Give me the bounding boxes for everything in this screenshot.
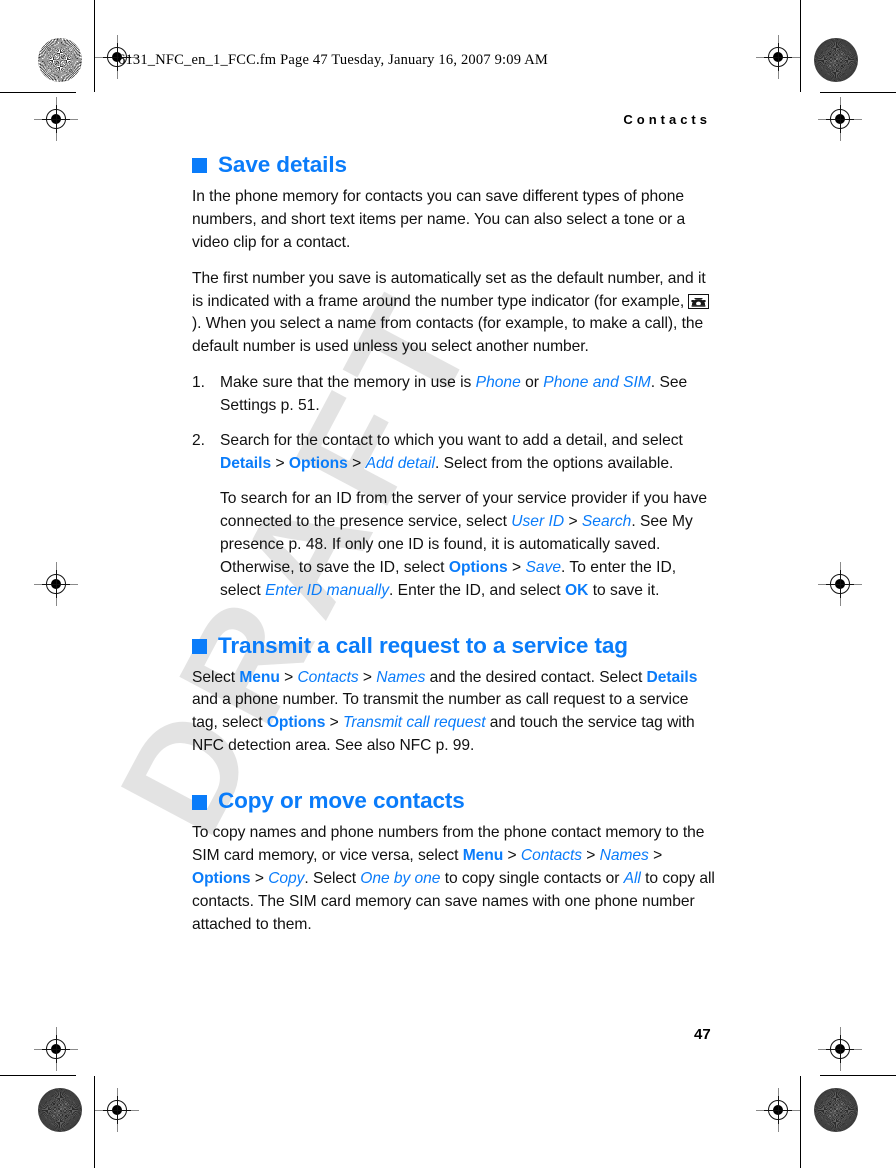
sub-text-5: to save it. <box>588 581 660 599</box>
blue-square-bullet-icon <box>192 639 207 655</box>
paragraph-default-number: The first number you save is automatical… <box>192 268 718 360</box>
cmc-value-copy: Copy <box>268 869 305 887</box>
sub-command-ok: OK <box>564 581 589 599</box>
step-2-text-2: . Select from the options available. <box>434 455 674 473</box>
tcr-command-details: Details <box>646 668 698 686</box>
tcr-value-names: Names <box>376 668 426 686</box>
step-2-command-details: Details <box>220 455 272 473</box>
sub-separator-1: > <box>564 512 582 530</box>
step-2-text-1: Search for the contact to which you want… <box>220 432 683 450</box>
section-heading-label: Save details <box>218 152 347 177</box>
step-2-separator-1: > <box>271 455 289 473</box>
blue-square-bullet-icon <box>192 794 207 810</box>
tcr-separator-1: > <box>279 668 298 686</box>
paragraph-copy-or-move-contacts: To copy names and phone numbers from the… <box>192 822 718 937</box>
step-2-command-options: Options <box>288 455 348 473</box>
sub-value-user-id: User ID <box>511 512 565 530</box>
section-heading-label: Copy or move contacts <box>218 788 465 814</box>
step-2-separator-2: > <box>347 455 366 473</box>
step-1-text-1: Make sure that the memory in use is <box>220 374 476 392</box>
step-item-1: 1. Make sure that the memory in use is Ph… <box>192 372 718 418</box>
step-2-value-add-detail: Add detail <box>365 455 435 473</box>
sub-separator-2: > <box>507 558 526 576</box>
tcr-value-transmit-call-request: Transmit call request <box>343 714 486 732</box>
step-1-text-2: or <box>520 374 544 392</box>
blue-square-bullet-icon <box>192 158 207 174</box>
section-heading-label: Transmit a call request to a service tag <box>218 632 628 658</box>
cmc-separator-1: > <box>503 846 521 864</box>
step-number-1: 1. <box>192 374 206 392</box>
sub-value-enter-id-manually: Enter ID manually <box>265 581 390 599</box>
tcr-separator-2: > <box>358 668 377 686</box>
step-1-value-phone: Phone <box>475 374 521 392</box>
sub-value-save: Save <box>525 558 562 576</box>
tcr-text-1: Select <box>192 668 240 686</box>
paragraph-save-details-intro: In the phone memory for contacts you can… <box>192 187 686 251</box>
step-number-2: 2. <box>192 432 206 450</box>
step-item-2: 2. Search for the contact to which you wa… <box>192 430 718 602</box>
paragraph-transmit-call-request: Select Menu > Contacts > Names and the d… <box>192 667 718 759</box>
tcr-text-2: and the desired contact. Select <box>425 668 647 686</box>
step-1-value-phone-and-sim: Phone and SIM <box>543 374 651 392</box>
page-sheet: 6131_NFC_en_1_FCC.fm Page 47 Tuesday, Ja… <box>0 0 896 1168</box>
cmc-value-all: All <box>623 869 641 887</box>
section-heading-transmit-call-request: Transmit a call request to a service tag <box>192 633 718 659</box>
section-heading-save-details: Save details <box>192 152 718 178</box>
tcr-separator-3: > <box>325 714 343 732</box>
section-heading-copy-or-move-contacts: Copy or move contacts <box>192 788 718 814</box>
source-file-header: 6131_NFC_en_1_FCC.fm Page 47 Tuesday, Ja… <box>118 52 548 68</box>
numbered-step-list: 1. Make sure that the memory in use is Ph… <box>192 372 718 602</box>
paragraph-text-part2: ). When you select a name from contacts … <box>192 315 704 356</box>
running-head-chapter: Contacts <box>623 112 711 127</box>
cmc-value-names: Names <box>599 846 649 864</box>
cmc-separator-4: > <box>250 869 269 887</box>
cmc-command-options: Options <box>192 869 251 887</box>
cmc-separator-2: > <box>582 846 600 864</box>
telephone-icon <box>688 293 710 309</box>
step-2-sub-paragraph: To search for an ID from the server of y… <box>220 488 718 603</box>
page-content: Save details In the phone memory for con… <box>192 152 718 937</box>
sub-command-options: Options <box>448 558 508 576</box>
cmc-text-2: . Select <box>304 869 361 887</box>
tcr-value-contacts: Contacts <box>297 668 359 686</box>
cmc-value-contacts: Contacts <box>520 846 583 864</box>
sub-text-4: . Enter the ID, and select <box>389 581 565 599</box>
page-number: 47 <box>694 1026 711 1043</box>
paragraph-text-part1: The first number you save is automatical… <box>192 269 706 310</box>
cmc-value-one-by-one: One by one <box>360 869 441 887</box>
cmc-separator-3: > <box>648 846 663 864</box>
cmc-command-menu: Menu <box>462 846 504 864</box>
cmc-text-3: to copy single contacts or <box>440 869 624 887</box>
sub-value-search: Search <box>581 512 632 530</box>
tcr-command-options: Options <box>266 714 326 732</box>
tcr-command-menu: Menu <box>239 668 280 686</box>
